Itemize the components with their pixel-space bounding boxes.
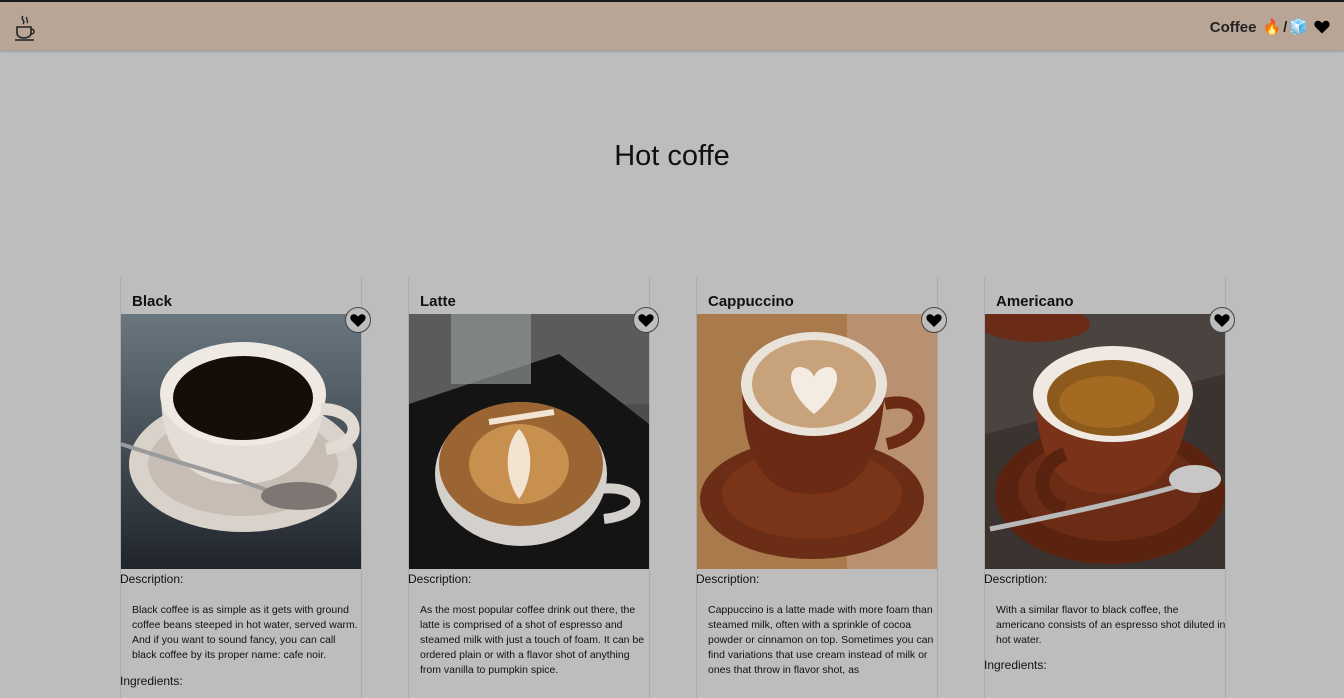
coffee-card-americano: Americano Description: With a similar fl… xyxy=(984,278,1235,698)
description-text: Cappuccino is a latte made with more foa… xyxy=(708,604,934,676)
ingredients-label: Ingredients: xyxy=(984,658,1047,672)
black-coffee-photo xyxy=(121,314,361,569)
description-label: Description: xyxy=(408,572,472,586)
coffee-card-black: Black Description: Black coffee is as si… xyxy=(120,278,371,698)
cappuccino-photo xyxy=(697,314,937,569)
heart-icon xyxy=(926,313,942,327)
heart-icon xyxy=(1214,313,1230,327)
description-text: With a similar flavor to black coffee, t… xyxy=(996,604,1226,646)
card-title: Americano xyxy=(996,293,1074,310)
heart-icon xyxy=(638,313,654,327)
favorite-button[interactable] xyxy=(1209,307,1235,333)
favorite-button[interactable] xyxy=(345,307,371,333)
card-title: Black xyxy=(132,293,173,310)
nav-menu: Coffee 🔥 / 🧊 xyxy=(1210,17,1330,37)
top-navbar: Coffee 🔥 / 🧊 xyxy=(0,0,1344,50)
description-label: Description: xyxy=(120,572,184,586)
ingredients-label: Ingredients: xyxy=(120,674,183,688)
heart-icon xyxy=(350,313,366,327)
coffee-card-latte: Latte Description: As the most popular c… xyxy=(408,278,659,698)
page-title: Hot coffe xyxy=(614,140,730,172)
favorite-button[interactable] xyxy=(633,307,659,333)
americano-photo xyxy=(985,314,1225,569)
description-label: Description: xyxy=(984,572,1048,586)
favorites-heart-icon[interactable] xyxy=(1314,20,1330,34)
description-text: Black coffee is as simple as it gets wit… xyxy=(132,604,358,661)
description-label: Description: xyxy=(696,572,760,586)
card-title: Latte xyxy=(420,293,456,310)
favorite-button[interactable] xyxy=(921,307,947,333)
latte-photo xyxy=(409,314,649,569)
nav-separator: / xyxy=(1283,18,1288,36)
coffee-cup-icon[interactable] xyxy=(13,14,37,42)
card-title: Cappuccino xyxy=(708,293,794,310)
ice-cube-icon[interactable]: 🧊 xyxy=(1289,18,1308,36)
fire-icon[interactable]: 🔥 xyxy=(1262,18,1281,36)
description-text: As the most popular coffee drink out the… xyxy=(420,604,645,676)
coffee-card-cappuccino: Cappuccino Description: Cappuccino is a … xyxy=(696,278,947,698)
nav-coffee-link[interactable]: Coffee xyxy=(1210,19,1257,36)
